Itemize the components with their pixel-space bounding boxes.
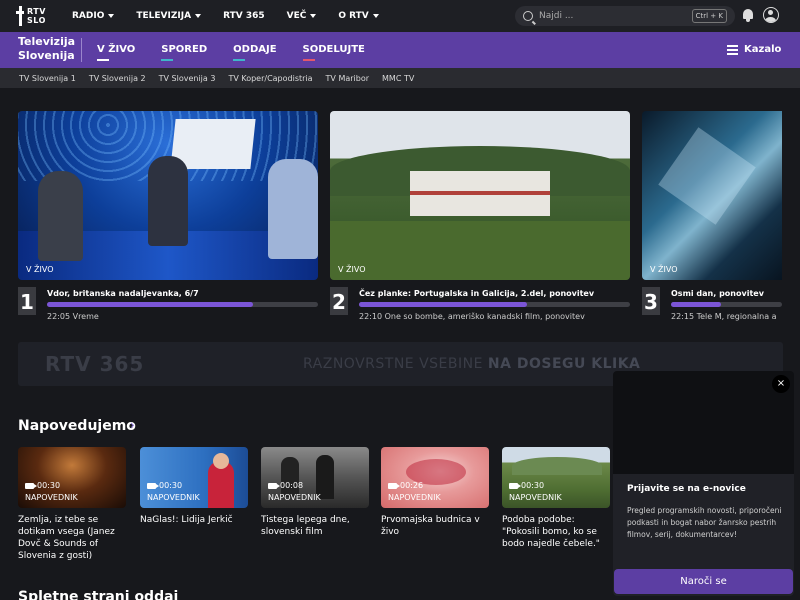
main-nav: RADIO TELEVIZIJA RTV 365 VEČ O RTV: [72, 0, 379, 32]
channel-bar: TV Slovenija 1 TV Slovenija 2 TV Sloveni…: [0, 68, 800, 88]
bell-icon[interactable]: [742, 8, 754, 22]
next-program: 22:05 Vreme: [47, 312, 99, 321]
preview-thumbnail[interactable]: 00:30 NAPOVEDNIK: [502, 447, 610, 508]
channel-link[interactable]: TV Maribor: [326, 74, 369, 83]
live-thumbnail[interactable]: V ŽIVO: [18, 111, 318, 280]
preview-title[interactable]: Podoba podobe: "Pokosili bomo, ko se bod…: [502, 514, 614, 550]
video-icon: [268, 482, 280, 489]
search-icon: [523, 11, 533, 21]
search-input[interactable]: [539, 11, 689, 21]
preview-card[interactable]: 00:26 NAPOVEDNIK Prvomajska budnica v ži…: [381, 447, 489, 537]
preview-type: NAPOVEDNIK: [268, 493, 321, 502]
logo-text-2: SLO: [27, 16, 46, 25]
live-progress: [671, 302, 782, 307]
chevron-down-icon: [108, 14, 115, 18]
chevron-down-icon: [372, 14, 379, 18]
rtv365-logo: RTV 365: [45, 352, 145, 376]
tv-header: Televizija Slovenija V ŽIVO SPORED ODDAJ…: [0, 32, 800, 68]
channel-link[interactable]: TV Slovenija 1: [19, 74, 76, 83]
tab-spored[interactable]: SPORED: [161, 44, 207, 61]
channel-number: 2: [330, 287, 348, 315]
tab-oddaje[interactable]: ODDAJE: [233, 44, 277, 61]
live-progress: [359, 302, 630, 307]
preview-title[interactable]: Prvomajska budnica v živo: [381, 514, 493, 538]
nav-vec[interactable]: VEČ: [287, 11, 317, 21]
live-title[interactable]: Osmi dan, ponovitev: [671, 289, 764, 298]
preview-type: NAPOVEDNIK: [509, 493, 562, 502]
tv-nav: V ŽIVO SPORED ODDAJE SODELUJTE: [97, 32, 365, 68]
live-badge: V ŽIVO: [650, 265, 678, 274]
section-title[interactable]: Napovedujemo: [18, 418, 136, 434]
search-box[interactable]: Ctrl + K: [515, 6, 735, 26]
divider: [81, 38, 82, 62]
preview-thumbnail[interactable]: 00:30 NAPOVEDNIK: [140, 447, 248, 508]
preview-card[interactable]: 00:30 NAPOVEDNIK Zemlja, iz tebe se doti…: [18, 447, 126, 561]
nav-rtv365[interactable]: RTV 365: [223, 11, 265, 21]
tab-v-zivo[interactable]: V ŽIVO: [97, 44, 135, 61]
video-icon: [25, 482, 37, 489]
tv-brand[interactable]: Televizija Slovenija: [18, 35, 75, 63]
kazalo-button[interactable]: Kazalo: [727, 44, 781, 55]
banner-text: RAZNOVRSTNE VSEBINE NA DOSEGU KLIKA: [303, 356, 641, 372]
live-progress: [47, 302, 318, 307]
newsletter-popup: × Prijavite se na e-novice Pregled progr…: [613, 371, 794, 596]
nav-televizija[interactable]: TELEVIZIJA: [136, 11, 202, 21]
search-shortcut: Ctrl + K: [691, 9, 727, 23]
preview-type: NAPOVEDNIK: [147, 493, 200, 502]
video-icon: [147, 482, 159, 489]
next-program: 22:15 Tele M, regionalna a: [671, 312, 777, 321]
newsletter-body: Prijavite se na e-novice Pregled program…: [613, 474, 794, 596]
next-program: 22:10 One so bombe, ameriško kanadski fi…: [359, 312, 585, 321]
live-card[interactable]: V ŽIVO 2 Čez planke: Portugalska in Gali…: [330, 111, 630, 321]
live-thumbnail[interactable]: V ŽIVO: [330, 111, 630, 280]
preview-thumbnail[interactable]: 00:26 NAPOVEDNIK: [381, 447, 489, 508]
preview-type: NAPOVEDNIK: [25, 493, 78, 502]
close-icon[interactable]: ×: [772, 375, 790, 393]
live-thumbnail[interactable]: V ŽIVO: [642, 111, 782, 280]
video-icon: [388, 482, 400, 489]
chevron-right-icon[interactable]: ›: [130, 418, 135, 432]
live-badge: V ŽIVO: [338, 265, 366, 274]
channel-link[interactable]: TV Slovenija 3: [159, 74, 216, 83]
live-card[interactable]: V ŽIVO 1 Vdor, britanska nadaljevanka, 6…: [18, 111, 318, 321]
channel-link[interactable]: TV Koper/Capodistria: [228, 74, 312, 83]
newsletter-heading: Prijavite se na e-novice: [627, 484, 746, 494]
channel-number: 1: [18, 287, 36, 315]
preview-card[interactable]: 00:30 NAPOVEDNIK Podoba podobe: "Pokosil…: [502, 447, 610, 549]
preview-card[interactable]: 00:08 NAPOVEDNIK Tistega lepega dne, slo…: [261, 447, 369, 537]
nav-o-rtv[interactable]: O RTV: [338, 11, 379, 21]
rtv-slo-logo[interactable]: RTV SLO: [16, 4, 52, 28]
preview-title[interactable]: Zemlja, iz tebe se dotikam vsega (Janez …: [18, 514, 130, 562]
progress-fill: [671, 302, 721, 307]
chevron-down-icon: [195, 14, 202, 18]
channel-number: 3: [642, 287, 660, 315]
preview-card[interactable]: 00:30 NAPOVEDNIK NaGlas!: Lidija Jerkič: [140, 447, 248, 525]
channel-link[interactable]: TV Slovenija 2: [89, 74, 146, 83]
top-bar: RTV SLO RADIO TELEVIZIJA RTV 365 VEČ O R…: [0, 0, 800, 32]
user-icon[interactable]: [763, 7, 779, 23]
progress-fill: [47, 302, 253, 307]
chevron-down-icon: [310, 14, 317, 18]
newsletter-text: Pregled programskih novosti, priporočeni…: [627, 506, 782, 539]
section-title[interactable]: Spletne strani oddaj: [18, 589, 178, 600]
live-title[interactable]: Vdor, britanska nadaljevanka, 6/7: [47, 289, 199, 298]
live-card[interactable]: V ŽIVO 3 Osmi dan, ponovitev 22:15 Tele …: [642, 111, 800, 321]
live-badge: V ŽIVO: [26, 265, 54, 274]
live-title[interactable]: Čez planke: Portugalska in Galicija, 2.d…: [359, 289, 594, 298]
preview-thumbnail[interactable]: 00:30 NAPOVEDNIK: [18, 447, 126, 508]
subscribe-button[interactable]: Naroči se: [614, 569, 793, 594]
logo-text-1: RTV: [27, 7, 46, 16]
rtv-logo-icon: [16, 6, 24, 26]
preview-type: NAPOVEDNIK: [388, 493, 441, 502]
preview-title[interactable]: NaGlas!: Lidija Jerkič: [140, 514, 252, 526]
menu-icon: [727, 45, 738, 55]
nav-radio[interactable]: RADIO: [72, 11, 115, 21]
tab-sodelujte[interactable]: SODELUJTE: [302, 44, 365, 61]
preview-thumbnail[interactable]: 00:08 NAPOVEDNIK: [261, 447, 369, 508]
progress-fill: [359, 302, 528, 307]
preview-title[interactable]: Tistega lepega dne, slovenski film: [261, 514, 373, 538]
channel-link[interactable]: MMC TV: [382, 74, 414, 83]
video-icon: [509, 482, 521, 489]
